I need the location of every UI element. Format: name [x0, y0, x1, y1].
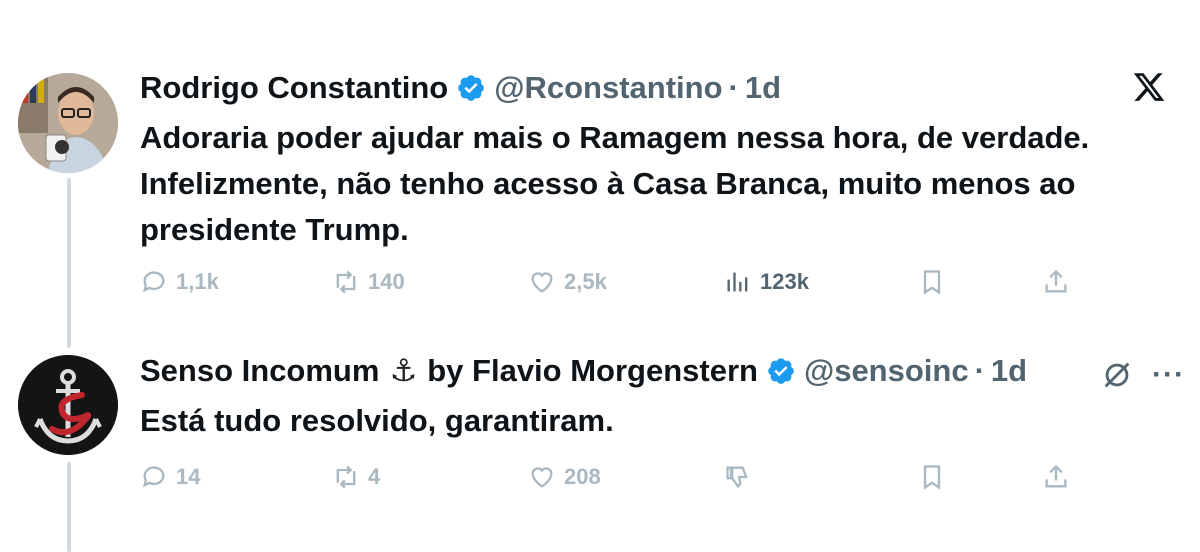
thumbs-down-icon — [726, 466, 748, 489]
like-count: 2,5k — [564, 269, 607, 294]
retweet-icon — [336, 465, 356, 489]
heart-icon — [531, 272, 553, 293]
bookmark-button[interactable] — [918, 462, 954, 492]
tweet-text-line: Está tudo resolvido, garantiram. — [140, 403, 614, 438]
anchor-logo-avatar-icon — [18, 355, 118, 455]
tweet-header: Senso Incomum ⚓ by Flavio Morgenstern @s… — [140, 351, 1027, 391]
reply-icon — [142, 271, 165, 293]
tweet-text-line: Adoraria poder ajudar mais o Ramagem nes… — [140, 120, 1090, 155]
thread-line — [67, 462, 71, 552]
author-handle[interactable]: @sensoinc — [804, 351, 969, 391]
retweet-icon — [336, 270, 356, 294]
tweet-top-icons: ··· — [1100, 358, 1185, 392]
views-count: 123k — [760, 269, 809, 294]
tweet-text: Adoraria poder ajudar mais o Ramagem nes… — [140, 115, 1170, 253]
share-icon — [1045, 464, 1067, 488]
tweet-header: Rodrigo Constantino @Rconstantino · 1d — [140, 68, 781, 108]
tweet-actions: 1,1k 140 2,5k 123k — [140, 267, 1180, 297]
tweet-text: Está tudo resolvido, garantiram. — [140, 398, 1170, 444]
retweet-button[interactable]: 4 — [332, 462, 380, 492]
bookmark-button[interactable] — [918, 267, 954, 297]
reply-button[interactable]: 1,1k — [140, 267, 219, 297]
like-button[interactable]: 2,5k — [528, 267, 607, 297]
heart-icon — [531, 467, 553, 488]
more-options-button[interactable]: ··· — [1152, 358, 1185, 392]
reply-count: 1,1k — [176, 269, 219, 294]
retweet-count: 4 — [368, 464, 381, 489]
dislike-button[interactable] — [724, 462, 760, 492]
retweet-count: 140 — [368, 269, 405, 294]
tweet-actions: 14 4 208 — [140, 462, 1180, 492]
author-handle[interactable]: @Rconstantino — [494, 68, 722, 108]
retweet-button[interactable]: 140 — [332, 267, 405, 297]
avatar[interactable] — [18, 355, 118, 455]
thread-line — [67, 178, 71, 348]
author-name[interactable]: Senso Incomum — [140, 351, 379, 391]
anchor-emoji-icon: ⚓ — [389, 353, 418, 388]
grok-icon[interactable] — [1100, 358, 1134, 392]
verified-badge-icon — [768, 358, 794, 384]
tweet-text-line: presidente Trump. — [140, 212, 409, 247]
timestamp[interactable]: 1d — [991, 351, 1027, 391]
verified-badge-icon — [458, 75, 485, 101]
reply-button[interactable]: 14 — [140, 462, 200, 492]
share-button[interactable] — [1042, 462, 1078, 492]
bookmark-icon — [923, 465, 941, 490]
x-logo-icon[interactable] — [1132, 70, 1166, 104]
share-icon — [1045, 269, 1067, 293]
bookmark-icon — [923, 270, 941, 295]
like-count: 208 — [564, 464, 601, 489]
person-avatar-icon — [18, 73, 118, 173]
author-name[interactable]: Rodrigo Constantino — [140, 68, 448, 108]
like-button[interactable]: 208 — [528, 462, 601, 492]
separator-dot: · — [728, 70, 739, 105]
reply-icon — [142, 466, 165, 488]
reply-count: 14 — [176, 464, 201, 489]
views-icon — [727, 272, 748, 292]
share-button[interactable] — [1042, 267, 1078, 297]
avatar[interactable] — [18, 73, 118, 173]
author-name-suffix[interactable]: by Flavio Morgenstern — [427, 351, 758, 391]
views-button[interactable]: 123k — [724, 267, 809, 297]
tweet-text-line: Infelizmente, não tenho acesso à Casa Br… — [140, 166, 1076, 201]
separator-dot: · — [974, 353, 985, 388]
timestamp[interactable]: 1d — [745, 68, 781, 108]
